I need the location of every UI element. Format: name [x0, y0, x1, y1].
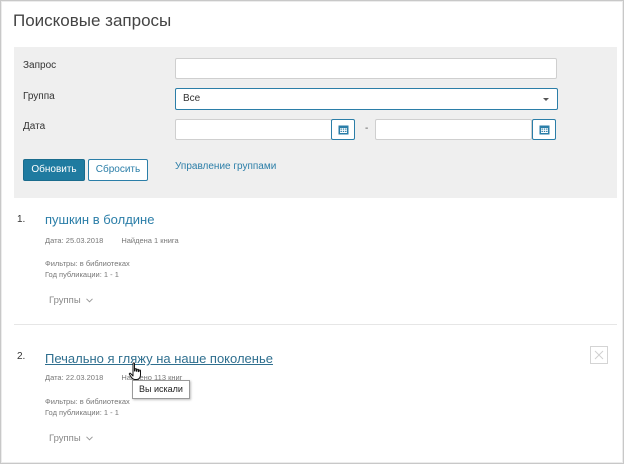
result-year: Год публикации: 1 - 1 — [45, 270, 119, 279]
result-found-count: Найдена 1 книга — [121, 236, 179, 245]
close-icon — [594, 350, 604, 360]
chevron-down-icon — [543, 98, 549, 101]
result-date: Дата: 25.03.2018 — [45, 236, 104, 245]
result-meta: Дата: 25.03.2018 Найдена 1 книга — [45, 236, 179, 245]
year-value: 1 - 1 — [103, 408, 119, 417]
delete-query-button[interactable] — [590, 346, 608, 364]
calendar-icon — [338, 125, 348, 135]
group-label: Группа — [23, 91, 55, 102]
refresh-button[interactable]: Обновить — [23, 159, 85, 181]
year-label: Год публикации: — [45, 270, 102, 279]
year-value: 1 - 1 — [103, 270, 119, 279]
result-title-link[interactable]: Печально я гляжу на наше поколенье — [45, 351, 273, 366]
groups-label: Группы — [49, 295, 81, 306]
date-from-calendar-button[interactable] — [331, 119, 355, 140]
chevron-down-icon — [86, 436, 94, 441]
date-separator: - — [365, 123, 369, 134]
date-label: Дата — [23, 121, 46, 132]
result-number: 1. — [17, 214, 26, 225]
result-year: Год публикации: 1 - 1 — [45, 408, 119, 417]
result-filters: Фильтры: в библиотеках — [45, 259, 130, 268]
query-label: Запрос — [23, 60, 57, 71]
manage-groups-link[interactable]: Управление группами — [175, 161, 276, 172]
groups-dropdown[interactable]: Группы — [49, 433, 94, 444]
calendar-icon — [539, 125, 549, 135]
result-date: Дата: 22.03.2018 — [45, 373, 104, 382]
query-input[interactable] — [175, 58, 557, 79]
groups-dropdown[interactable]: Группы — [49, 295, 94, 306]
date-from-input[interactable] — [175, 119, 332, 140]
filters-value: в библиотеках — [79, 259, 130, 268]
filters-label: Фильтры: — [45, 259, 78, 268]
tooltip: Вы искали — [132, 380, 190, 399]
filters-label: Фильтры: — [45, 397, 78, 406]
hand-cursor-icon — [128, 362, 141, 380]
groups-label: Группы — [49, 433, 81, 444]
group-select-value: Все — [183, 93, 201, 104]
result-title-link[interactable]: пушкин в болдине — [45, 212, 154, 227]
chevron-down-icon — [86, 298, 94, 303]
reset-button[interactable]: Сбросить — [88, 159, 148, 181]
date-to-calendar-button[interactable] — [532, 119, 556, 140]
page-title: Поисковые запросы — [13, 11, 172, 30]
group-select[interactable]: Все — [175, 88, 558, 110]
filters-value: в библиотеках — [79, 397, 130, 406]
result-divider — [14, 324, 617, 325]
date-to-input[interactable] — [375, 119, 532, 140]
year-label: Год публикации: — [45, 408, 102, 417]
result-filters: Фильтры: в библиотеках — [45, 397, 130, 406]
result-number: 2. — [17, 351, 26, 362]
